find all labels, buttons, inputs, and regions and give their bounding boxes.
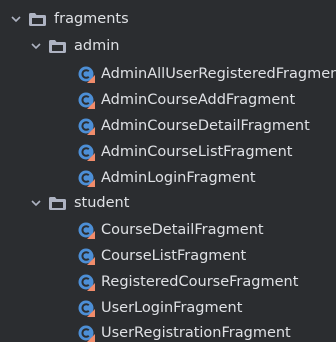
kotlin-class-icon xyxy=(78,325,95,342)
kotlin-class-icon xyxy=(78,170,95,187)
tree-item-class[interactable]: AdminCourseAddFragment xyxy=(0,87,336,113)
tree-item-label: RegisteredCourseFragment xyxy=(101,274,299,290)
project-tree: fragments admin AdminAllUserRegisteredFr… xyxy=(0,0,336,342)
tree-item-label: AdminAllUserRegisteredFragment xyxy=(101,66,336,82)
tree-item-label: AdminCourseAddFragment xyxy=(101,92,296,108)
tree-item-label: CourseListFragment xyxy=(101,248,247,264)
tree-item-label: UserRegistrationFragment xyxy=(101,325,291,341)
tree-item-label: AdminCourseDetailFragment xyxy=(101,118,310,134)
tree-item-class[interactable]: UserLoginFragment xyxy=(0,295,336,321)
tree-item-class[interactable]: AdminAllUserRegisteredFragment xyxy=(0,61,336,87)
folder-icon xyxy=(49,196,66,210)
chevron-down-icon[interactable] xyxy=(30,40,42,52)
kotlin-class-icon xyxy=(78,92,95,109)
folder-icon xyxy=(49,39,66,53)
tree-item-class[interactable]: CourseDetailFragment xyxy=(0,217,336,243)
tree-item-class[interactable]: AdminLoginFragment xyxy=(0,165,336,191)
kotlin-class-icon xyxy=(78,118,95,135)
kotlin-class-icon xyxy=(78,300,95,317)
tree-node-label: admin xyxy=(74,38,120,54)
tree-item-class[interactable]: AdminCourseDetailFragment xyxy=(0,113,336,139)
tree-item-label: AdminCourseListFragment xyxy=(101,144,293,160)
tree-node-student[interactable]: student xyxy=(0,190,336,216)
kotlin-class-icon xyxy=(78,274,95,291)
tree-item-label: AdminLoginFragment xyxy=(101,170,256,186)
chevron-down-icon[interactable] xyxy=(10,13,22,25)
kotlin-class-icon xyxy=(78,222,95,239)
tree-item-label: CourseDetailFragment xyxy=(101,222,264,238)
tree-node-label: student xyxy=(74,195,130,211)
kotlin-class-icon xyxy=(78,248,95,265)
tree-item-class[interactable]: CourseListFragment xyxy=(0,243,336,269)
tree-item-class[interactable]: RegisteredCourseFragment xyxy=(0,269,336,295)
tree-item-label: UserLoginFragment xyxy=(101,300,243,316)
tree-node-admin[interactable]: admin xyxy=(0,33,336,59)
folder-icon xyxy=(29,12,46,26)
tree-node-label: fragments xyxy=(54,11,129,27)
chevron-down-icon[interactable] xyxy=(30,197,42,209)
kotlin-class-icon xyxy=(78,144,95,161)
tree-item-class[interactable]: AdminCourseListFragment xyxy=(0,139,336,165)
tree-item-class[interactable]: UserRegistrationFragment xyxy=(0,320,336,342)
tree-node-fragments[interactable]: fragments xyxy=(0,6,336,32)
kotlin-class-icon xyxy=(78,66,95,83)
